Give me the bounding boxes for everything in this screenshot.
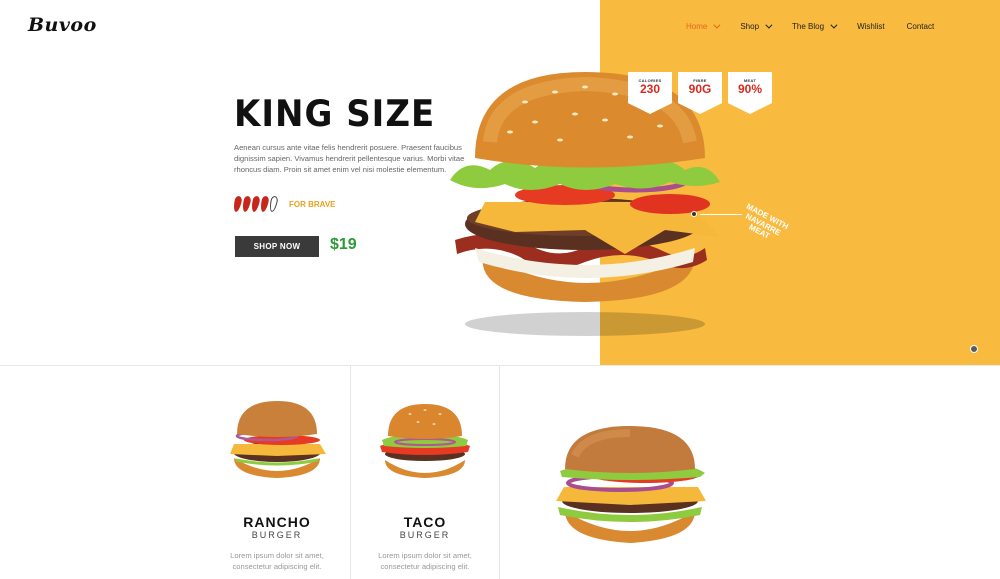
slider-dot[interactable] [970,345,978,353]
product-name: TACO [403,514,447,530]
fibre-badge: FIBRE 90G [678,72,722,114]
nav-item-label: Wishlist [857,21,885,31]
chili-pepper-icon [259,195,270,213]
product-list: RANCHO BURGER Lorem ipsum dolor sit amet… [0,365,1000,579]
nav-item-wishlist[interactable]: Wishlist [857,22,885,31]
nav-item-contact[interactable]: Contact [907,22,935,31]
meat-badge: MEAT 90% [728,72,772,114]
calories-badge: CALORIES 230 [628,72,672,114]
product-description: Lorem ipsum dolor sit amet, consectetur … [378,551,472,571]
nutrition-badges: CALORIES 230 FIBRE 90G MEAT 90% [628,72,772,114]
annotation-hotspot[interactable] [691,211,697,217]
divider [499,366,500,579]
product-card-taco[interactable]: TACO BURGER Lorem ipsum dolor sit amet, … [360,366,490,579]
main-nav: Home Shop The Blog Wishlist Contact [686,18,956,34]
logo[interactable]: Buvoo [28,14,97,36]
product-subtitle: BURGER [399,530,451,540]
spice-label: FOR BRAVE [289,199,336,209]
product-description: Lorem ipsum dolor sit amet, consectetur … [230,551,324,571]
shop-now-button[interactable]: SHOP NOW [235,236,319,257]
badge-value: 230 [639,82,661,96]
nav-item-shop[interactable]: Shop [740,21,773,31]
chevron-down-icon [830,21,838,29]
badge-value: 90% [737,82,763,96]
nav-item-blog[interactable]: The Blog [792,21,838,31]
page: Buvoo Home Shop The Blog Wishlist Contac… [0,0,1000,579]
divider [350,366,351,579]
chili-pepper-icon [250,195,261,213]
product-name: RANCHO [243,514,311,530]
nav-item-label: The Blog [792,21,825,31]
chili-pepper-icon [241,195,252,213]
chili-pepper-outline-icon [268,195,279,213]
hero-section: Buvoo Home Shop The Blog Wishlist Contac… [0,0,1000,365]
chevron-down-icon [765,21,773,29]
product-card-rancho[interactable]: RANCHO BURGER Lorem ipsum dolor sit amet… [212,366,342,579]
product-subtitle: BURGER [251,530,303,540]
chili-pepper-icon [232,195,243,213]
price: $19 [330,236,357,253]
badge-value: 90G [688,82,712,96]
rancho-burger-image [230,401,326,478]
nav-item-label: Shop [740,21,760,31]
taco-burger-image [380,404,470,478]
chevron-down-icon [713,21,721,29]
nav-item-home[interactable]: Home [686,21,721,31]
annotation-pointer-line [700,214,742,215]
hero-title: KING SIZE [234,92,436,136]
spice-rating: FOR BRAVE [232,195,336,213]
featured-burger-image[interactable] [540,411,720,551]
nav-item-label: Home [686,21,708,31]
nav-item-label: Contact [906,21,935,31]
